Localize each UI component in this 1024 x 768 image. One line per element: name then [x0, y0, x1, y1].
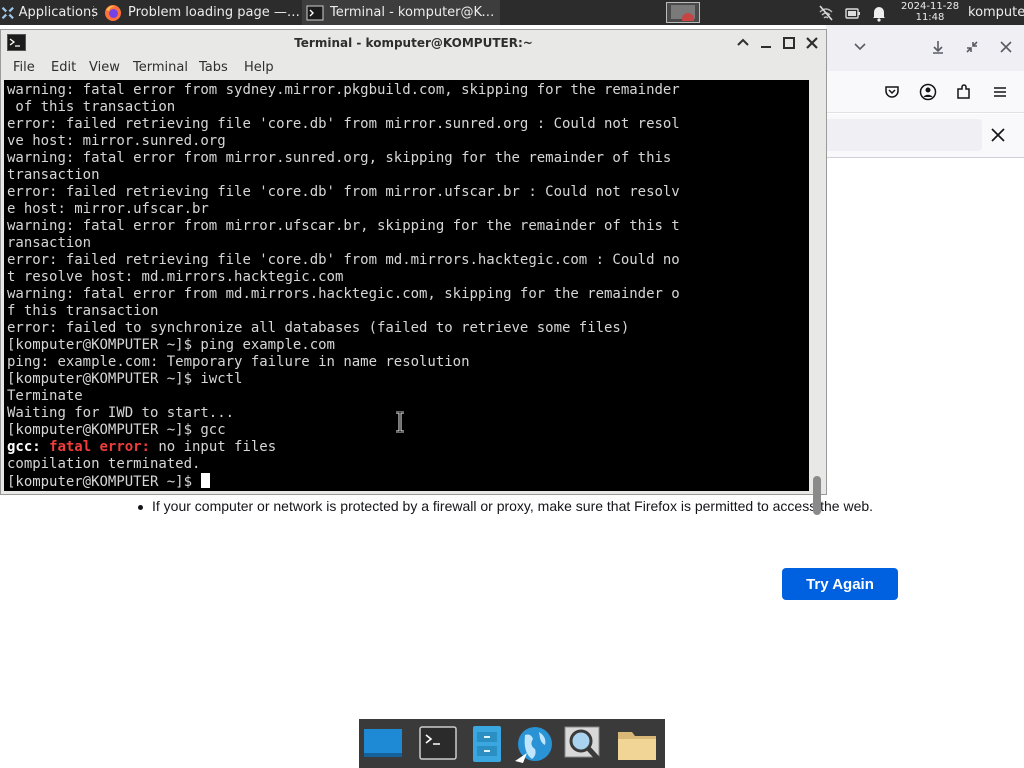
menu-tabs[interactable]: Tabs	[199, 60, 228, 75]
dock	[359, 719, 665, 768]
scrollbar-thumb[interactable]	[813, 476, 821, 515]
workspace-switcher[interactable]	[666, 2, 700, 23]
battery-icon[interactable]	[844, 4, 862, 22]
minimize-icon[interactable]	[928, 37, 948, 57]
terminal-line: Waiting for IWD to start...	[7, 405, 235, 421]
desktop-icon[interactable]	[361, 723, 405, 765]
terminal-line: compilation terminated.	[7, 456, 201, 472]
applications-label: Applications	[18, 5, 98, 20]
restore-icon[interactable]	[962, 37, 982, 57]
applications-menu[interactable]: Applications	[0, 0, 98, 25]
xfce-logo-icon	[1, 6, 14, 19]
terminal-line: [komputer@KOMPUTER ~]$ iwctl	[7, 371, 243, 387]
terminal-titlebar[interactable]: Terminal - komputer@KOMPUTER:~	[1, 30, 826, 56]
user-menu[interactable]: komputer	[968, 0, 1024, 25]
bullet	[138, 505, 143, 510]
terminal-icon	[306, 5, 324, 20]
gcc-error-message: no input files	[149, 439, 277, 455]
menu-file[interactable]: File	[13, 60, 35, 75]
menu-edit[interactable]: Edit	[51, 60, 76, 75]
network-disconnected-icon[interactable]	[817, 4, 835, 22]
notification-bell-icon[interactable]	[870, 4, 888, 22]
terminal-line: Terminate	[7, 388, 83, 404]
terminal-line: warning: fatal error from mirror.sunred.…	[7, 150, 672, 166]
terminal-line: warning: fatal error from mirror.ufscar.…	[7, 218, 680, 234]
terminal-line: error: failed to synchronize all databas…	[7, 320, 630, 336]
hamburger-menu-icon[interactable]	[990, 82, 1010, 102]
close-window-icon[interactable]	[996, 37, 1016, 57]
panel-clock[interactable]: 2024-11-28 11:48	[896, 1, 964, 23]
terminal-line-gcc-error: gcc: fatal error: no input files	[7, 439, 807, 456]
terminal-cursor	[201, 473, 211, 488]
menu-terminal[interactable]: Terminal	[133, 60, 188, 75]
find-bar	[826, 114, 1024, 158]
find-input[interactable]	[826, 119, 982, 151]
account-icon[interactable]	[918, 82, 938, 102]
menu-help[interactable]: Help	[244, 60, 274, 75]
panel-separator	[93, 6, 96, 19]
terminal-line: warning: fatal error from sydney.mirror.…	[7, 82, 680, 98]
folder-icon[interactable]	[615, 723, 659, 765]
terminal-line: transaction	[7, 167, 100, 183]
taskbar-terminal[interactable]: Terminal - komputer@KOM...	[302, 0, 500, 25]
web-browser-icon[interactable]	[513, 723, 557, 765]
top-panel: Applications Problem loading page — Mo..…	[0, 0, 1024, 25]
terminal-menubar: File Edit View Terminal Tabs Help	[1, 56, 826, 80]
terminal-line: warning: fatal error from md.mirrors.hac…	[7, 286, 680, 302]
extensions-icon[interactable]	[954, 82, 974, 102]
terminal-line: error: failed retrieving file 'core.db' …	[7, 252, 680, 268]
list-all-tabs-icon[interactable]	[850, 37, 870, 57]
terminal-line: [komputer@KOMPUTER ~]$ ping example.com	[7, 337, 335, 353]
terminal-line: error: failed retrieving file 'core.db' …	[7, 116, 680, 132]
gcc-fatal-error-label: fatal error:	[49, 439, 150, 455]
close-findbar-icon[interactable]	[988, 125, 1008, 145]
terminal-line: error: failed retrieving file 'core.db' …	[7, 184, 680, 200]
pocket-icon[interactable]	[882, 82, 902, 102]
app-finder-icon[interactable]	[561, 723, 605, 765]
terminal-line: ping: example.com: Temporary failure in …	[7, 354, 470, 370]
shell-prompt: [komputer@KOMPUTER ~]$	[7, 474, 201, 490]
terminal-line: of this transaction	[7, 99, 176, 115]
taskbar-firefox-label: Problem loading page — Mo...	[128, 5, 300, 20]
error-suggestion-text: If your computer or network is protected…	[152, 498, 874, 514]
terminal-output: warning: fatal error from sydney.mirror.…	[7, 82, 807, 490]
file-manager-icon[interactable]	[465, 723, 509, 765]
terminal-line: ve host: mirror.sunred.org	[7, 133, 226, 149]
minimize-window-icon[interactable]	[758, 35, 774, 51]
taskbar-terminal-label: Terminal - komputer@KOM...	[330, 5, 500, 20]
maximize-window-icon[interactable]	[781, 35, 797, 51]
terminal-line: ransaction	[7, 235, 92, 251]
firefox-toolbar	[826, 71, 1024, 113]
close-window-icon[interactable]	[804, 35, 820, 51]
terminal-prompt-line[interactable]: [komputer@KOMPUTER ~]$	[7, 473, 807, 490]
taskbar-firefox[interactable]: Problem loading page — Mo...	[100, 0, 300, 25]
terminal-window: Terminal - komputer@KOMPUTER:~ File Edit…	[0, 29, 827, 515]
try-again-button[interactable]: Try Again	[782, 568, 898, 600]
terminal-scrollbar[interactable]	[809, 80, 826, 515]
terminal-title: Terminal - komputer@KOMPUTER:~	[294, 36, 533, 50]
workspace-window-thumb-accent	[682, 13, 694, 21]
text-cursor-icon	[396, 411, 404, 433]
shade-up-icon[interactable]	[735, 35, 751, 51]
terminal-line: [komputer@KOMPUTER ~]$ gcc	[7, 422, 226, 438]
terminal-icon[interactable]	[416, 723, 460, 765]
menu-view[interactable]: View	[89, 60, 120, 75]
firefox-tabstrip	[826, 25, 1024, 71]
clock-time: 11:48	[915, 12, 945, 23]
firefox-icon	[105, 4, 121, 21]
terminal-line: f this transaction	[7, 303, 159, 319]
gcc-program-label: gcc:	[7, 439, 41, 455]
terminal-line: t resolve host: md.mirrors.hacktegic.com	[7, 269, 344, 285]
clock-date: 2024-11-28	[900, 1, 960, 12]
terminal-line: e host: mirror.ufscar.br	[7, 201, 209, 217]
